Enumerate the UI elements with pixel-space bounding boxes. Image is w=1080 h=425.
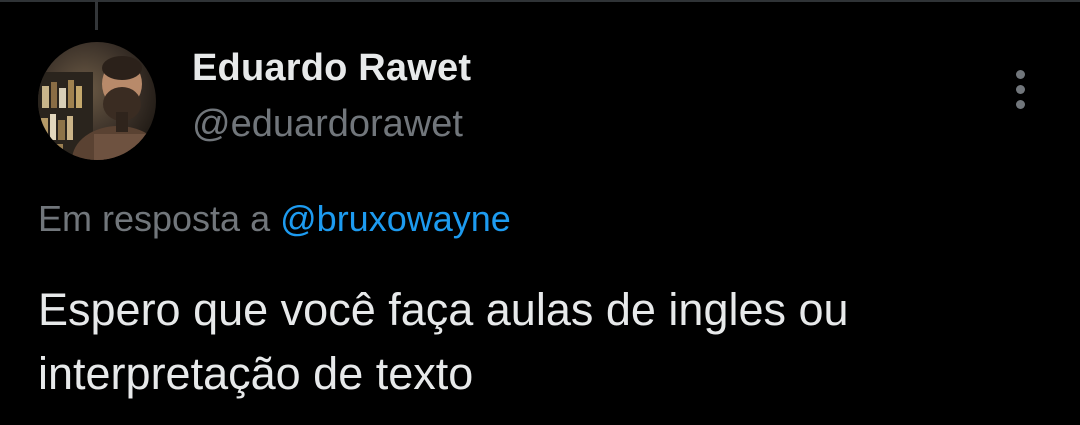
reply-mention-link[interactable]: @bruxowayne bbox=[280, 198, 511, 239]
top-divider bbox=[0, 0, 1080, 2]
author-handle[interactable]: @eduardorawet bbox=[192, 103, 463, 146]
tweet-text: Espero que você faça aulas de ingles ou … bbox=[38, 278, 1048, 406]
more-options-button[interactable] bbox=[1002, 66, 1038, 112]
thread-connector-line bbox=[95, 0, 98, 30]
avatar[interactable] bbox=[38, 42, 156, 160]
author-display-name[interactable]: Eduardo Rawet bbox=[192, 47, 471, 90]
reply-prefix: Em resposta a bbox=[38, 198, 271, 239]
tweet-text-line: interpretação de texto bbox=[38, 348, 474, 399]
more-vertical-icon-dot bbox=[1015, 84, 1025, 94]
more-vertical-icon-dot bbox=[1015, 99, 1025, 109]
tweet-text-line: Espero que você faça aulas de ingles ou bbox=[38, 284, 849, 335]
reply-context: Em resposta a @bruxowayne bbox=[38, 198, 511, 240]
more-vertical-icon bbox=[1015, 69, 1025, 79]
